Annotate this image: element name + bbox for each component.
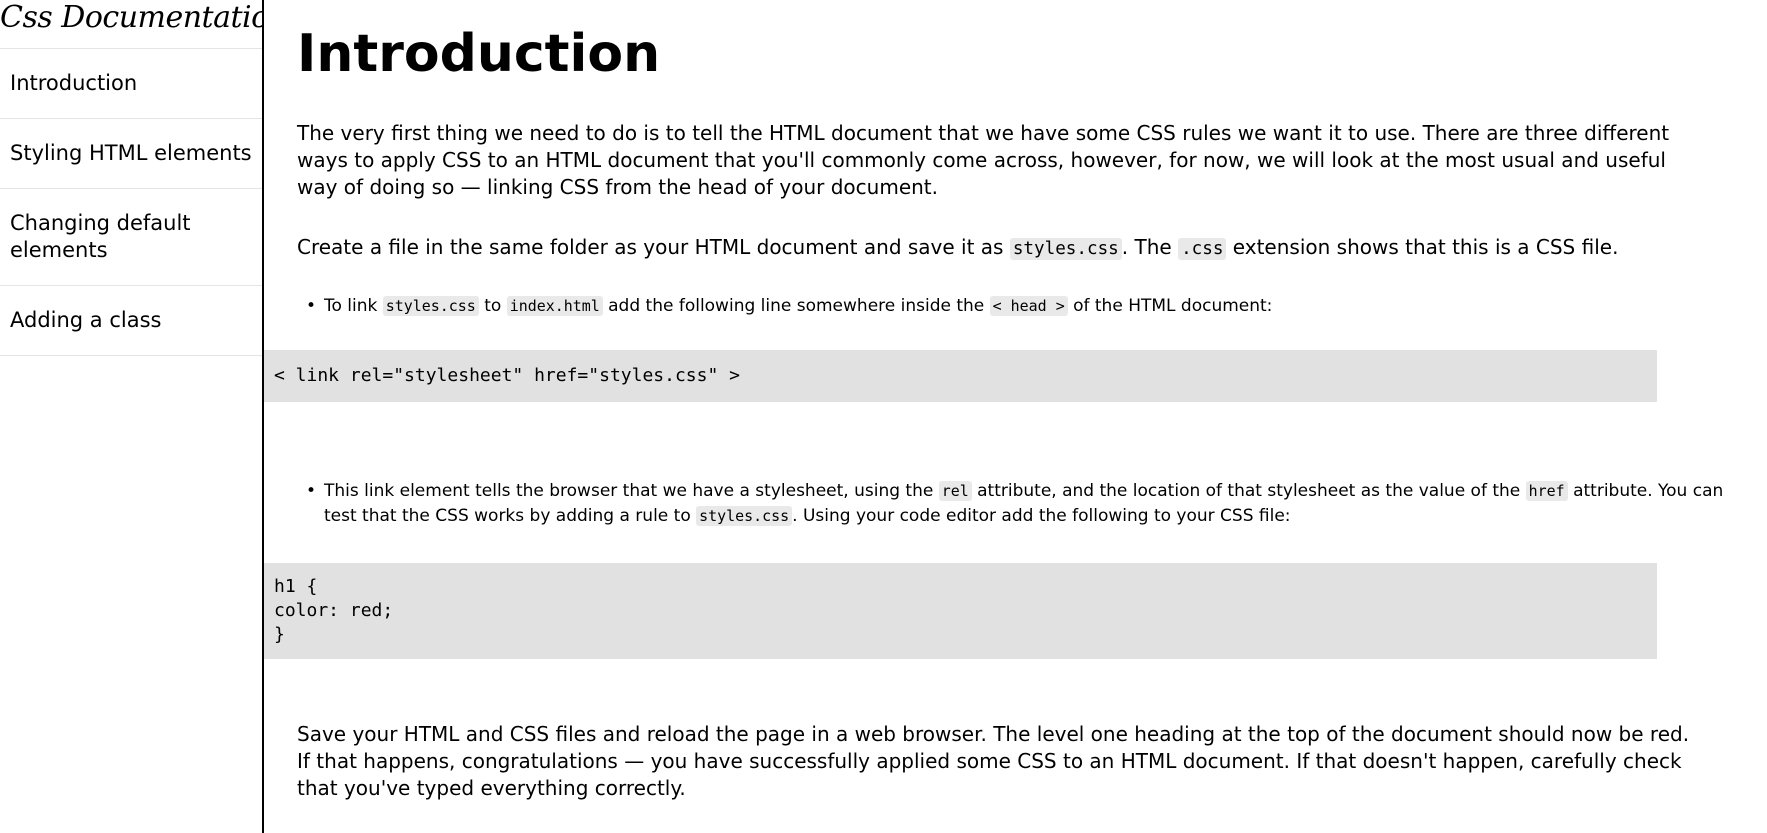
code-line: h1 { — [274, 576, 318, 597]
text-span: of the HTML document: — [1067, 296, 1273, 316]
text-span: . The — [1121, 235, 1179, 259]
create-file-paragraph: Create a file in the same folder as your… — [297, 234, 1697, 263]
nav-link-adding-a-class[interactable]: Adding a class — [0, 286, 262, 356]
nav-link-styling-html-elements[interactable]: Styling HTML elements — [0, 119, 262, 189]
text-span: attribute, and the location of that styl… — [971, 481, 1526, 501]
inline-code: styles.css — [382, 296, 479, 316]
main-doc: Introduction The very first thing we nee… — [264, 0, 1767, 833]
inline-code: styles.css — [1009, 238, 1122, 260]
text-span: Create a file in the same folder as your… — [297, 235, 1010, 259]
inline-code: index.html — [506, 296, 603, 316]
nav-header: Css Documentation — [0, 0, 262, 49]
nav-link-changing-default-elements[interactable]: Changing default elements — [0, 189, 262, 286]
navbar: Css Documentation Introduction Styling H… — [0, 0, 264, 833]
text-span: This link element tells the browser that… — [324, 481, 939, 501]
code-line: color: red; — [274, 600, 394, 621]
inline-code: rel — [938, 481, 972, 501]
inline-code: .css — [1178, 238, 1227, 260]
inline-code: href — [1525, 481, 1568, 501]
bullet-icon: • — [306, 296, 317, 316]
text-span: To link — [324, 296, 383, 316]
code-line: } — [274, 624, 285, 645]
code-block-css-rule: h1 { color: red;} — [264, 563, 1657, 659]
code-block-link: < link rel="stylesheet" href="styles.css… — [264, 350, 1657, 402]
text-span: . Using your code editor add the followi… — [792, 506, 1291, 526]
text-span: extension shows that this is a CSS file. — [1226, 235, 1619, 259]
bullet-link-explanation: • This link element tells the browser tha… — [304, 479, 1734, 529]
nav-link-introduction[interactable]: Introduction — [0, 49, 262, 119]
text-span: to — [478, 296, 507, 316]
text-span: add the following line somewhere inside … — [602, 296, 990, 316]
bullet-link-stylesheet: • To link styles.css to index.html add th… — [304, 294, 1734, 319]
bullet-icon: • — [306, 481, 317, 501]
intro-paragraph: The very first thing we need to do is to… — [297, 121, 1670, 199]
outro-paragraph: Save your HTML and CSS files and reload … — [297, 722, 1690, 800]
inline-code: < head > — [989, 296, 1068, 316]
inline-code: styles.css — [696, 506, 793, 526]
section-title: Introduction — [297, 24, 661, 84]
